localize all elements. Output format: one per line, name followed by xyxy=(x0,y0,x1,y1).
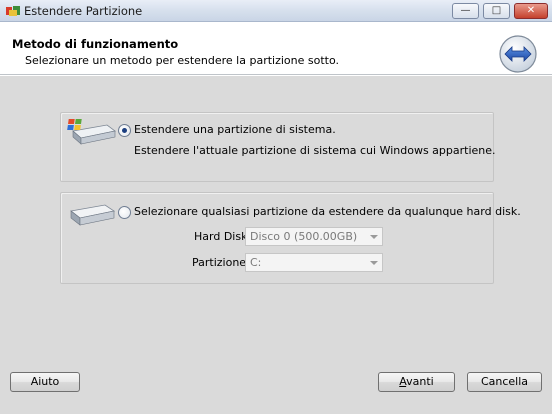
system-partition-label[interactable]: Estendere una partizione di sistema. xyxy=(134,123,336,136)
minimize-button[interactable]: — xyxy=(452,3,479,19)
partition-value: C: xyxy=(250,256,262,269)
chevron-down-icon xyxy=(370,261,378,265)
hard-disk-label: Hard Disk xyxy=(194,230,248,243)
system-partition-radio[interactable] xyxy=(118,124,131,137)
title-bar: Estendere Partizione — □ ✕ xyxy=(0,0,552,22)
system-partition-option-group: Estendere una partizione di sistema. Est… xyxy=(60,112,496,182)
partition-select[interactable]: C: xyxy=(245,253,383,272)
window-title: Estendere Partizione xyxy=(24,4,143,18)
double-arrow-icon xyxy=(499,35,537,73)
disk-icon xyxy=(70,204,116,226)
chevron-down-icon xyxy=(370,235,378,239)
maximize-button[interactable]: □ xyxy=(483,3,510,19)
app-icon xyxy=(6,6,20,16)
any-partition-label[interactable]: Selezionare qualsiasi partizione da este… xyxy=(134,205,521,218)
any-partition-option-group: Selezionare qualsiasi partizione da este… xyxy=(60,192,521,284)
system-partition-description: Estendere l'attuale partizione di sistem… xyxy=(134,144,496,157)
wizard-body: Estendere una partizione di sistema. Est… xyxy=(0,76,552,414)
hard-disk-select[interactable]: Disco 0 (500.00GB) xyxy=(245,227,383,246)
any-partition-radio[interactable] xyxy=(118,206,131,219)
next-button[interactable]: Avanti xyxy=(378,372,455,392)
windows-disk-icon xyxy=(67,119,116,145)
wizard-header: Metodo di funzionamento Selezionare un m… xyxy=(0,23,552,75)
cancel-button[interactable]: Cancella xyxy=(467,372,542,392)
page-subtitle: Selezionare un metodo per estendere la p… xyxy=(25,54,340,67)
help-button[interactable]: Aiuto xyxy=(10,372,80,392)
hard-disk-value: Disco 0 (500.00GB) xyxy=(250,230,358,243)
partition-label: Partizione xyxy=(192,256,247,269)
page-title: Metodo di funzionamento xyxy=(12,37,179,51)
next-button-label: vanti xyxy=(406,375,434,388)
close-button[interactable]: ✕ xyxy=(514,3,548,19)
